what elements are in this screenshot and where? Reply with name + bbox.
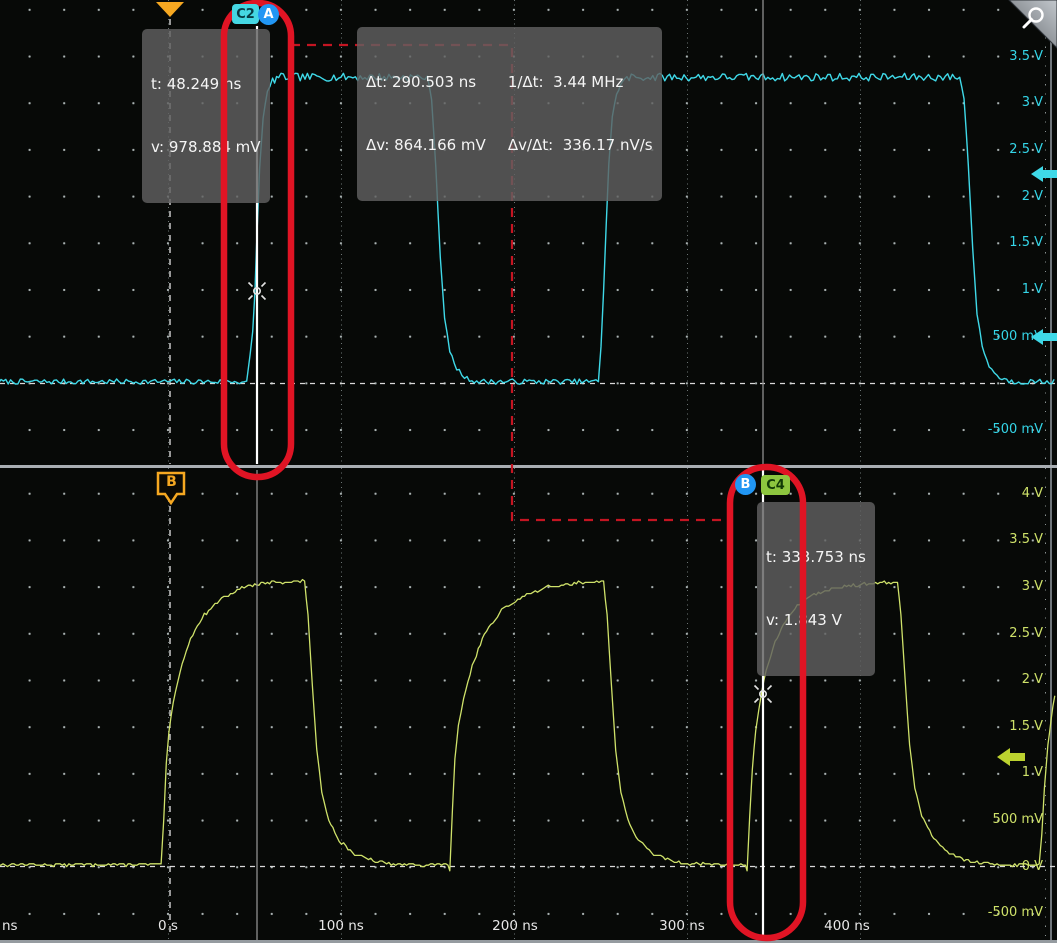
zoom-magnifier-button[interactable] [1009,0,1057,48]
oscilloscope-display: 3.5 V3 V2.5 V2 V1.5 V1 V500 mV-500 mV4 V… [0,0,1057,943]
overlay-icons [0,0,1057,943]
channel-1-position-arrow-icon[interactable] [1031,166,1057,182]
channel-2-position-arrow-icon[interactable] [997,748,1025,766]
channel-1-level-arrow-icon[interactable] [1031,329,1057,345]
